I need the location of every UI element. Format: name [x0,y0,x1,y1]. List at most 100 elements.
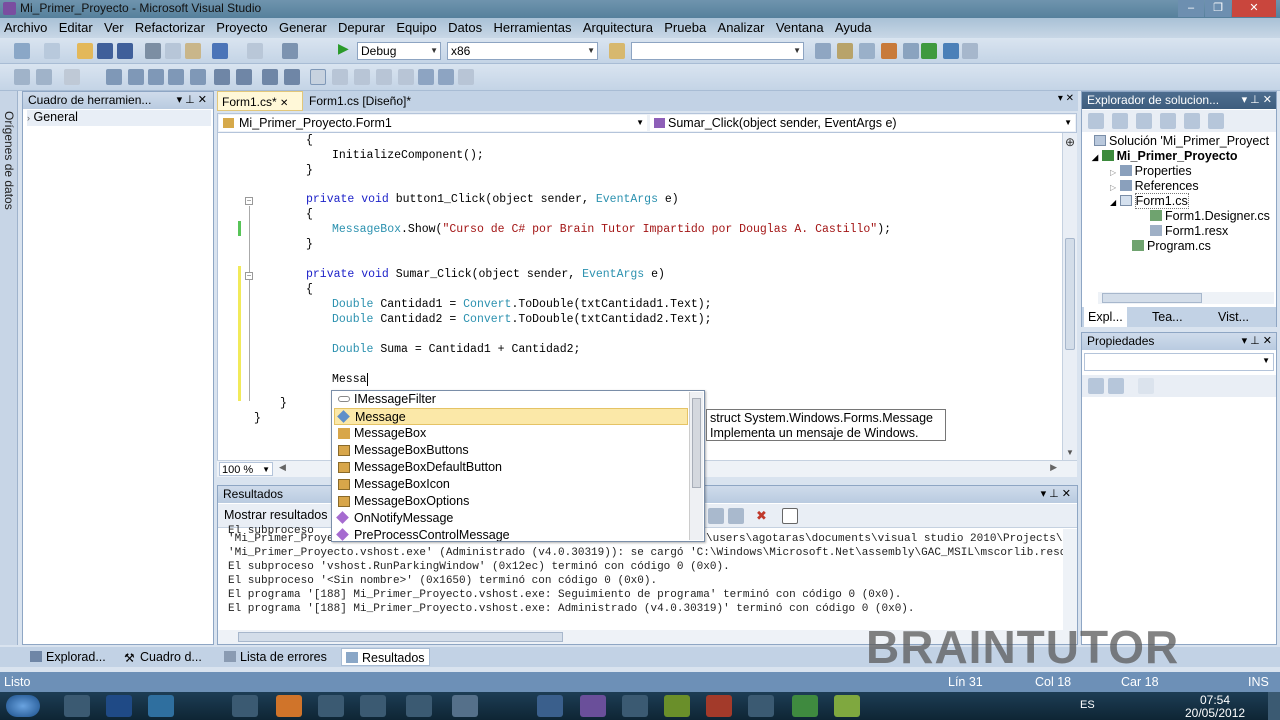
refresh-icon[interactable] [1136,113,1152,129]
layout-icon[interactable] [14,69,30,85]
panel-pin-icon[interactable]: ▾ ⊥ ✕ [177,92,207,109]
go-to-next-icon[interactable] [728,508,744,524]
object-browser-icon[interactable] [859,43,875,59]
properties-icon[interactable] [1088,113,1104,129]
panel-pin-icon[interactable]: ▾ ⊥ ✕ [1242,333,1272,350]
intellisense-list[interactable]: IMessageFilter Message MessageBox Messag… [331,390,705,542]
find-in-files-icon[interactable] [609,43,625,59]
menu-editar[interactable]: Editar [55,18,97,37]
tab-output[interactable]: Resultados [341,648,430,666]
start-page-icon[interactable] [903,43,919,59]
completion-item[interactable]: MessageBox [334,425,688,442]
completion-item[interactable]: PreProcessControlMessage [334,527,688,541]
uncomment-icon[interactable] [284,69,300,85]
extension-manager-icon[interactable] [921,43,937,59]
taskbar-app-icon[interactable] [452,695,478,717]
class-diagram-icon[interactable] [1208,113,1224,129]
taskbar-app-icon[interactable] [537,695,563,717]
new-project-icon[interactable] [14,43,30,59]
menu-arquitectura[interactable]: Arquitectura [579,18,657,37]
menu-analizar[interactable]: Analizar [714,18,769,37]
paste-icon[interactable] [185,43,201,59]
language-indicator[interactable]: ES [1080,699,1095,711]
taskbar-firefox-icon[interactable] [276,695,302,717]
taskbar-explorer-icon[interactable] [64,695,90,717]
taskbar-app-icon[interactable] [834,695,860,717]
taskbar-folder-icon[interactable] [232,695,258,717]
close-icon[interactable]: ✕ [280,98,288,109]
platform-select[interactable]: x86 ▼ [447,42,598,60]
taskbar-browser-icon[interactable] [148,695,174,717]
tab-toolbox[interactable]: ⚒ Cuadro d... [120,648,206,666]
scroll-right-icon[interactable]: ▶ [1050,462,1057,473]
clear-bookmarks-icon[interactable] [418,69,434,85]
scroll-thumb[interactable] [1102,293,1202,303]
menu-datos[interactable]: Datos [444,18,486,37]
configuration-select[interactable]: Debug ▼ [357,42,441,60]
taskbar-visual-studio-icon[interactable] [580,695,606,717]
word-wrap-icon[interactable] [782,508,798,524]
grid-icon[interactable] [36,69,52,85]
categorized-icon[interactable] [1088,378,1104,394]
undo-icon[interactable] [212,43,228,59]
command-window-icon[interactable] [943,43,959,59]
toggle-bookmark-icon[interactable] [438,69,454,85]
tab-server-explorer[interactable]: Explorad... [26,648,110,666]
bookmark-icon[interactable] [310,69,326,85]
comment-icon[interactable] [262,69,278,85]
tree-solution[interactable]: Solución 'Mi_Primer_Proyect [1094,134,1269,148]
taskbar-app-icon[interactable] [360,695,386,717]
panel-pin-icon[interactable]: ▾ ⊥ ✕ [1041,486,1071,503]
completion-scrollbar[interactable] [689,392,703,540]
tree-properties[interactable]: ▷ Properties [1110,164,1192,178]
property-pages-icon[interactable] [1138,378,1154,394]
tree-references[interactable]: ▷ References [1110,179,1199,193]
save-icon[interactable] [97,43,113,59]
completion-item[interactable]: OnNotifyMessage [334,510,688,527]
completion-item[interactable]: MessageBoxButtons [334,442,688,459]
solution-hscroll[interactable] [1098,292,1274,304]
tab-form1-cs[interactable]: Form1.cs* ✕ [217,91,303,111]
view-code-icon[interactable] [1160,113,1176,129]
select-icon[interactable] [106,69,122,85]
pointer-icon[interactable] [148,69,164,85]
taskbar-app-icon[interactable] [406,695,432,717]
member-dropdown[interactable]: Sumar_Click(object sender, EventArgs e) … [650,115,1075,131]
font-icon[interactable] [168,69,184,85]
menu-archivo[interactable]: Archivo [0,18,51,37]
editor-scrollbar[interactable]: ⊕ ▼ [1062,133,1077,460]
menu-ventana[interactable]: Ventana [772,18,828,37]
completion-item[interactable]: MessageBoxDefaultButton [334,459,688,476]
tab-class-view[interactable]: Vist... [1214,307,1253,327]
collapse-icon[interactable]: − [245,197,253,205]
maximize-button[interactable]: ❐ [1205,0,1231,17]
taskbar-photoshop-icon[interactable] [106,695,132,717]
object-select[interactable]: ▼ [1084,353,1274,371]
prev-bookmark-icon[interactable] [332,69,348,85]
clear-all-icon[interactable]: ✖ [756,508,772,524]
tab-team-explorer[interactable]: Tea... [1148,307,1187,327]
tab-form1-design[interactable]: Form1.cs [Diseño]* [305,91,445,111]
show-desktop-button[interactable] [1268,692,1280,720]
alphabetical-icon[interactable] [1108,378,1124,394]
indent-icon[interactable] [214,69,230,85]
cut-icon[interactable] [145,43,161,59]
next-bookmark-icon[interactable] [354,69,370,85]
class-dropdown[interactable]: Mi_Primer_Proyecto.Form1 ▼ [219,115,647,131]
menu-refactorizar[interactable]: Refactorizar [131,18,209,37]
taskbar-app-icon[interactable] [792,695,818,717]
scroll-left-icon[interactable]: ◀ [279,462,286,473]
scroll-thumb[interactable] [692,398,701,488]
taskbar-app-icon[interactable] [318,695,344,717]
taskbar-app-icon[interactable] [622,695,648,717]
scroll-thumb[interactable] [1065,238,1075,350]
menu-prueba[interactable]: Prueba [660,18,710,37]
scroll-thumb[interactable] [238,632,563,642]
panel-pin-icon[interactable]: ▾ ⊥ ✕ [1242,92,1272,109]
menu-herramientas[interactable]: Herramientas [489,18,575,37]
next-bookmark-folder-icon[interactable] [398,69,414,85]
copy-icon[interactable] [165,43,181,59]
format-icon[interactable] [64,69,80,85]
properties-window-icon[interactable] [837,43,853,59]
extra-icon[interactable] [458,69,474,85]
